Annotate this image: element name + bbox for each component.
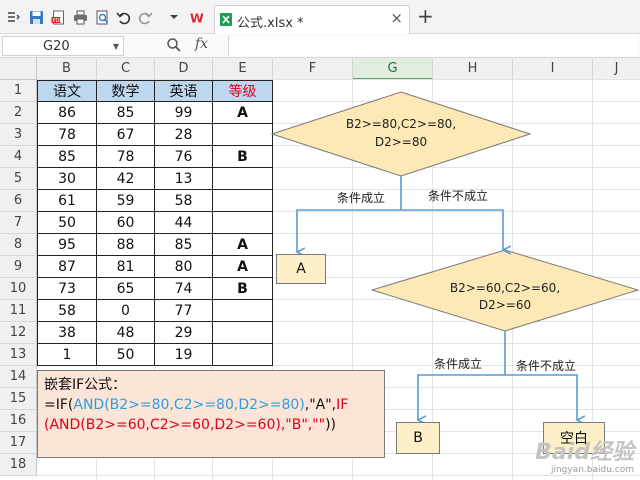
decision1-line1: B2>=80,C2>=80, <box>346 117 456 131</box>
yes-label-1: 条件成立 <box>337 190 385 205</box>
formula-note-title: 嵌套IF公式： <box>44 377 127 393</box>
connector-2 <box>401 209 503 250</box>
connector-1 <box>297 176 402 252</box>
formula-part: "B","" <box>285 417 326 433</box>
no-label-2: 条件不成立 <box>516 358 576 373</box>
watermark-url: jingyan.baidu.com <box>550 465 634 475</box>
formula-part: IF <box>336 397 349 413</box>
result-box-b: B <box>396 422 440 454</box>
formula-part: AND(B2>=80,C2>=80,D2>=80) <box>73 397 305 413</box>
yes-label-2: 条件成立 <box>434 356 482 371</box>
watermark: Baid经验 jingyan.baidu.com <box>535 441 634 476</box>
formula-note: 嵌套IF公式： =IF(AND(B2>=80,C2>=80,D2>=80),"A… <box>37 370 385 458</box>
formula-part: (AND(B2>=60,C2>=60,D2>=60), <box>44 417 286 433</box>
connector-3 <box>418 331 506 420</box>
decision2-line1: B2>=60,C2>=60, <box>450 281 560 295</box>
formula-note-body: =IF(AND(B2>=80,C2>=80,D2>=80),"A",IF (AN… <box>44 395 378 435</box>
decision1-line2: D2>=80 <box>375 135 427 149</box>
formula-part: ,"A", <box>304 397 337 413</box>
decision-diamond-1 <box>270 91 532 177</box>
result-box-a: A <box>276 254 326 284</box>
connector-4 <box>505 374 577 420</box>
watermark-logo: Baid经验 <box>535 440 634 465</box>
no-label-1: 条件不成立 <box>428 188 488 203</box>
formula-part: )) <box>325 417 337 433</box>
decision2-line2: D2>=60 <box>479 298 531 312</box>
formula-part: =IF( <box>44 397 74 413</box>
